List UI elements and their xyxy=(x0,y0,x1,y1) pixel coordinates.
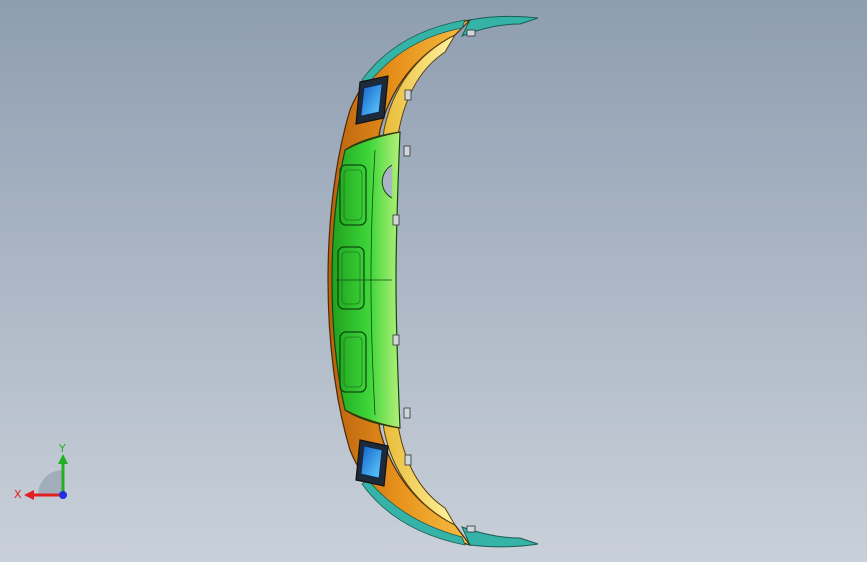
graphics-viewport[interactable]: Y X xyxy=(0,0,867,562)
triad-background-quadrant xyxy=(38,470,63,495)
clip-5 xyxy=(403,407,411,419)
clip-6 xyxy=(404,454,412,466)
clip-7 xyxy=(466,29,476,37)
x-axis-arrow xyxy=(24,490,34,500)
x-axis-label: X xyxy=(14,488,22,501)
axis-triad: Y X xyxy=(14,442,68,501)
clip-1 xyxy=(404,89,412,101)
clip-3 xyxy=(392,214,400,226)
clip-2 xyxy=(403,145,411,157)
z-axis-dot xyxy=(59,491,67,499)
y-axis-label: Y xyxy=(58,442,66,455)
bumper-3d-model[interactable] xyxy=(0,0,867,562)
clip-4 xyxy=(392,334,400,346)
clip-8 xyxy=(466,525,476,533)
y-axis-arrow xyxy=(58,454,68,464)
